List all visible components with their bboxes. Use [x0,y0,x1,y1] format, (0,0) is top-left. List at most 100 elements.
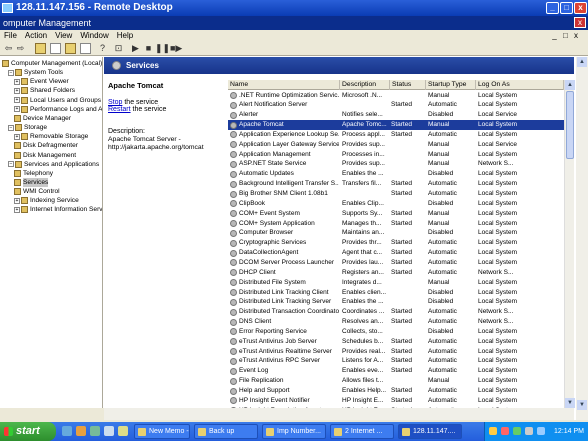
quicklaunch-ie-icon[interactable] [62,426,72,436]
service-row[interactable]: eTrust Antivirus Job Server Schedules b..… [228,337,564,347]
quicklaunch-folder-icon[interactable] [118,426,128,436]
list-vertical-scrollbar[interactable]: ▲ ▼ [564,80,575,408]
tree-expander-icon[interactable]: + [14,106,20,113]
remote-vertical-scrollbar[interactable]: ▲ ▼ [576,57,588,422]
service-row[interactable]: HP Insight Event Notifier HP Insight E...… [228,396,564,406]
service-row[interactable]: Distributed Transaction Coordinator Coord… [228,307,564,317]
service-row[interactable]: Help and Support Enables Help... Started Au… [228,386,564,396]
service-row[interactable]: Alerter Notifies sele... Disabled Local Ser… [228,110,564,120]
tree-expander-icon[interactable]: + [14,87,20,94]
tree-item[interactable]: Disk Defragmenter [14,141,78,150]
service-row[interactable]: Application Experience Lookup Se... Proce… [228,130,564,140]
show-tree-icon[interactable] [50,43,61,54]
service-row[interactable]: ASP.NET State Service Provides sup... Manu… [228,159,564,169]
service-row[interactable]: Apache Tomcat Apache Tomc... Started Manual… [228,120,564,130]
tree-item[interactable]: Computer Management (Local) [2,59,102,68]
help-icon[interactable]: ? [97,43,108,54]
service-row[interactable]: DHCP Client Registers an... Started Automat… [228,268,564,278]
menu-action[interactable]: Action [25,31,47,40]
taskbar-button[interactable]: Back up [194,424,258,439]
app-titlebar[interactable]: omputer Management x [0,16,588,30]
service-row[interactable]: Big Brother SNM Client 1.08b1 Started Auto… [228,189,564,199]
up-folder-icon[interactable] [35,43,46,54]
tree-item[interactable]: WMI Control [14,187,60,196]
app-close-button[interactable]: x [574,17,586,28]
scroll-up-arrow-icon[interactable]: ▲ [565,80,575,90]
restart-service-link[interactable]: Restart [108,106,131,113]
menu-help[interactable]: Help [117,31,133,40]
tree-expander-icon[interactable]: + [14,197,20,204]
maximize-button[interactable]: □ [560,2,573,14]
close-button[interactable]: x [574,2,587,14]
service-row[interactable]: Automatic Updates Enables the ... Disabled… [228,169,564,179]
column-name[interactable]: Name [228,80,340,90]
menu-window[interactable]: Window [80,31,108,40]
service-row[interactable]: File Replication Allows files t... Manual L… [228,376,564,386]
service-row[interactable]: Error Reporting Service Collects, sto... D… [228,327,564,337]
export-icon[interactable] [80,43,91,54]
tree-item[interactable]: − Storage [8,123,47,132]
quicklaunch-app-icon[interactable] [104,426,114,436]
service-row[interactable]: .NET Runtime Optimization Servic... Micro… [228,91,564,101]
service-row[interactable]: DCOM Server Process Launcher Provides lau… [228,258,564,268]
column-startup-type[interactable]: Startup Type [426,80,476,90]
service-row[interactable]: Alert Notification Server Started Automati… [228,100,564,110]
taskbar-button[interactable]: 2 Internet ... [330,424,394,439]
taskbar-button[interactable]: New Memo -... [134,424,190,439]
tree-expander-icon[interactable]: + [14,78,20,85]
tree-expander-icon[interactable]: − [8,69,14,76]
stop-service-icon[interactable]: ■ [143,43,154,54]
service-row[interactable]: COM+ Event System Supports Sy... Started Ma… [228,209,564,219]
tree-item[interactable]: + Local Users and Groups [14,96,101,105]
tree-item[interactable]: Device Manager [14,114,71,123]
tree-item[interactable]: Disk Management [14,151,76,160]
tree-expander-icon[interactable]: + [14,97,20,104]
tree-expander-icon[interactable]: + [14,206,20,213]
service-row[interactable]: eTrust Antivirus Realtime Server Provides… [228,347,564,357]
tree-item[interactable]: + Performance Logs and Alerts [14,105,102,114]
service-row[interactable]: Background Intelligent Transfer S... Tran… [228,179,564,189]
list-horizontal-scrollbar[interactable] [104,408,574,420]
service-row[interactable]: Application Layer Gateway Service Provide… [228,140,564,150]
service-row[interactable]: ClipBook Enables Clip... Disabled Local Sys… [228,199,564,209]
properties-icon[interactable] [65,43,76,54]
tray-icon[interactable] [513,427,521,435]
service-row[interactable]: COM+ System Application Manages th... Star… [228,219,564,229]
minimize-button[interactable]: _ [546,2,559,14]
tree-item[interactable]: Services [14,177,49,187]
stop-service-link[interactable]: Stop [108,99,122,106]
tree-item[interactable]: − Services and Applications [8,160,99,169]
back-icon[interactable]: ⇦ [3,43,14,54]
tree-item[interactable]: − System Tools [8,68,63,77]
menu-file[interactable]: File [4,31,17,40]
start-service-icon[interactable]: ▶ [130,43,141,54]
service-row[interactable]: Event Log Enables eve... Started Automatic L… [228,366,564,376]
service-row[interactable]: Distributed File System Integrates d... Ma… [228,278,564,288]
tray-icon[interactable] [537,427,545,435]
tree-expander-icon[interactable]: − [8,124,14,131]
remote-desktop-titlebar[interactable]: 128.11.147.156 - Remote Desktop _ □ x [0,0,588,16]
scroll-down-arrow-icon[interactable]: ▼ [565,398,575,408]
column-logon-as[interactable]: Log On As [476,80,564,90]
restart-service-icon[interactable]: ■▶ [170,43,182,54]
tray-icon[interactable] [525,427,533,435]
quicklaunch-firefox-icon[interactable] [76,426,86,436]
taskbar-button[interactable]: Imp Number... [262,424,326,439]
refresh-icon[interactable]: ⊡ [113,43,124,54]
outer-scroll-down-icon[interactable]: ▼ [577,400,587,410]
service-row[interactable]: Distributed Link Tracking Client Enables … [228,288,564,298]
service-row[interactable]: Distributed Link Tracking Server Enables … [228,297,564,307]
tree-expander-icon[interactable]: + [14,133,20,140]
outer-scroll-up-icon[interactable]: ▲ [577,57,587,67]
service-row[interactable]: Cryptographic Services Provides thr... Sta… [228,238,564,248]
taskbar-button[interactable]: 128.11.147.... [398,424,462,439]
pause-service-icon[interactable]: ❚❚ [155,43,170,54]
start-button[interactable]: start [0,422,56,441]
tree-item[interactable]: + Indexing Service [14,196,79,205]
tree-item[interactable]: Telephony [14,169,53,178]
service-row[interactable]: DataCollectionAgent Agent that c... Starte… [228,248,564,258]
tree-item[interactable]: + Removable Storage [14,132,88,141]
forward-icon[interactable]: ⇨ [15,43,26,54]
tray-icon[interactable] [501,427,509,435]
tree-item[interactable]: + Event Viewer [14,77,69,86]
